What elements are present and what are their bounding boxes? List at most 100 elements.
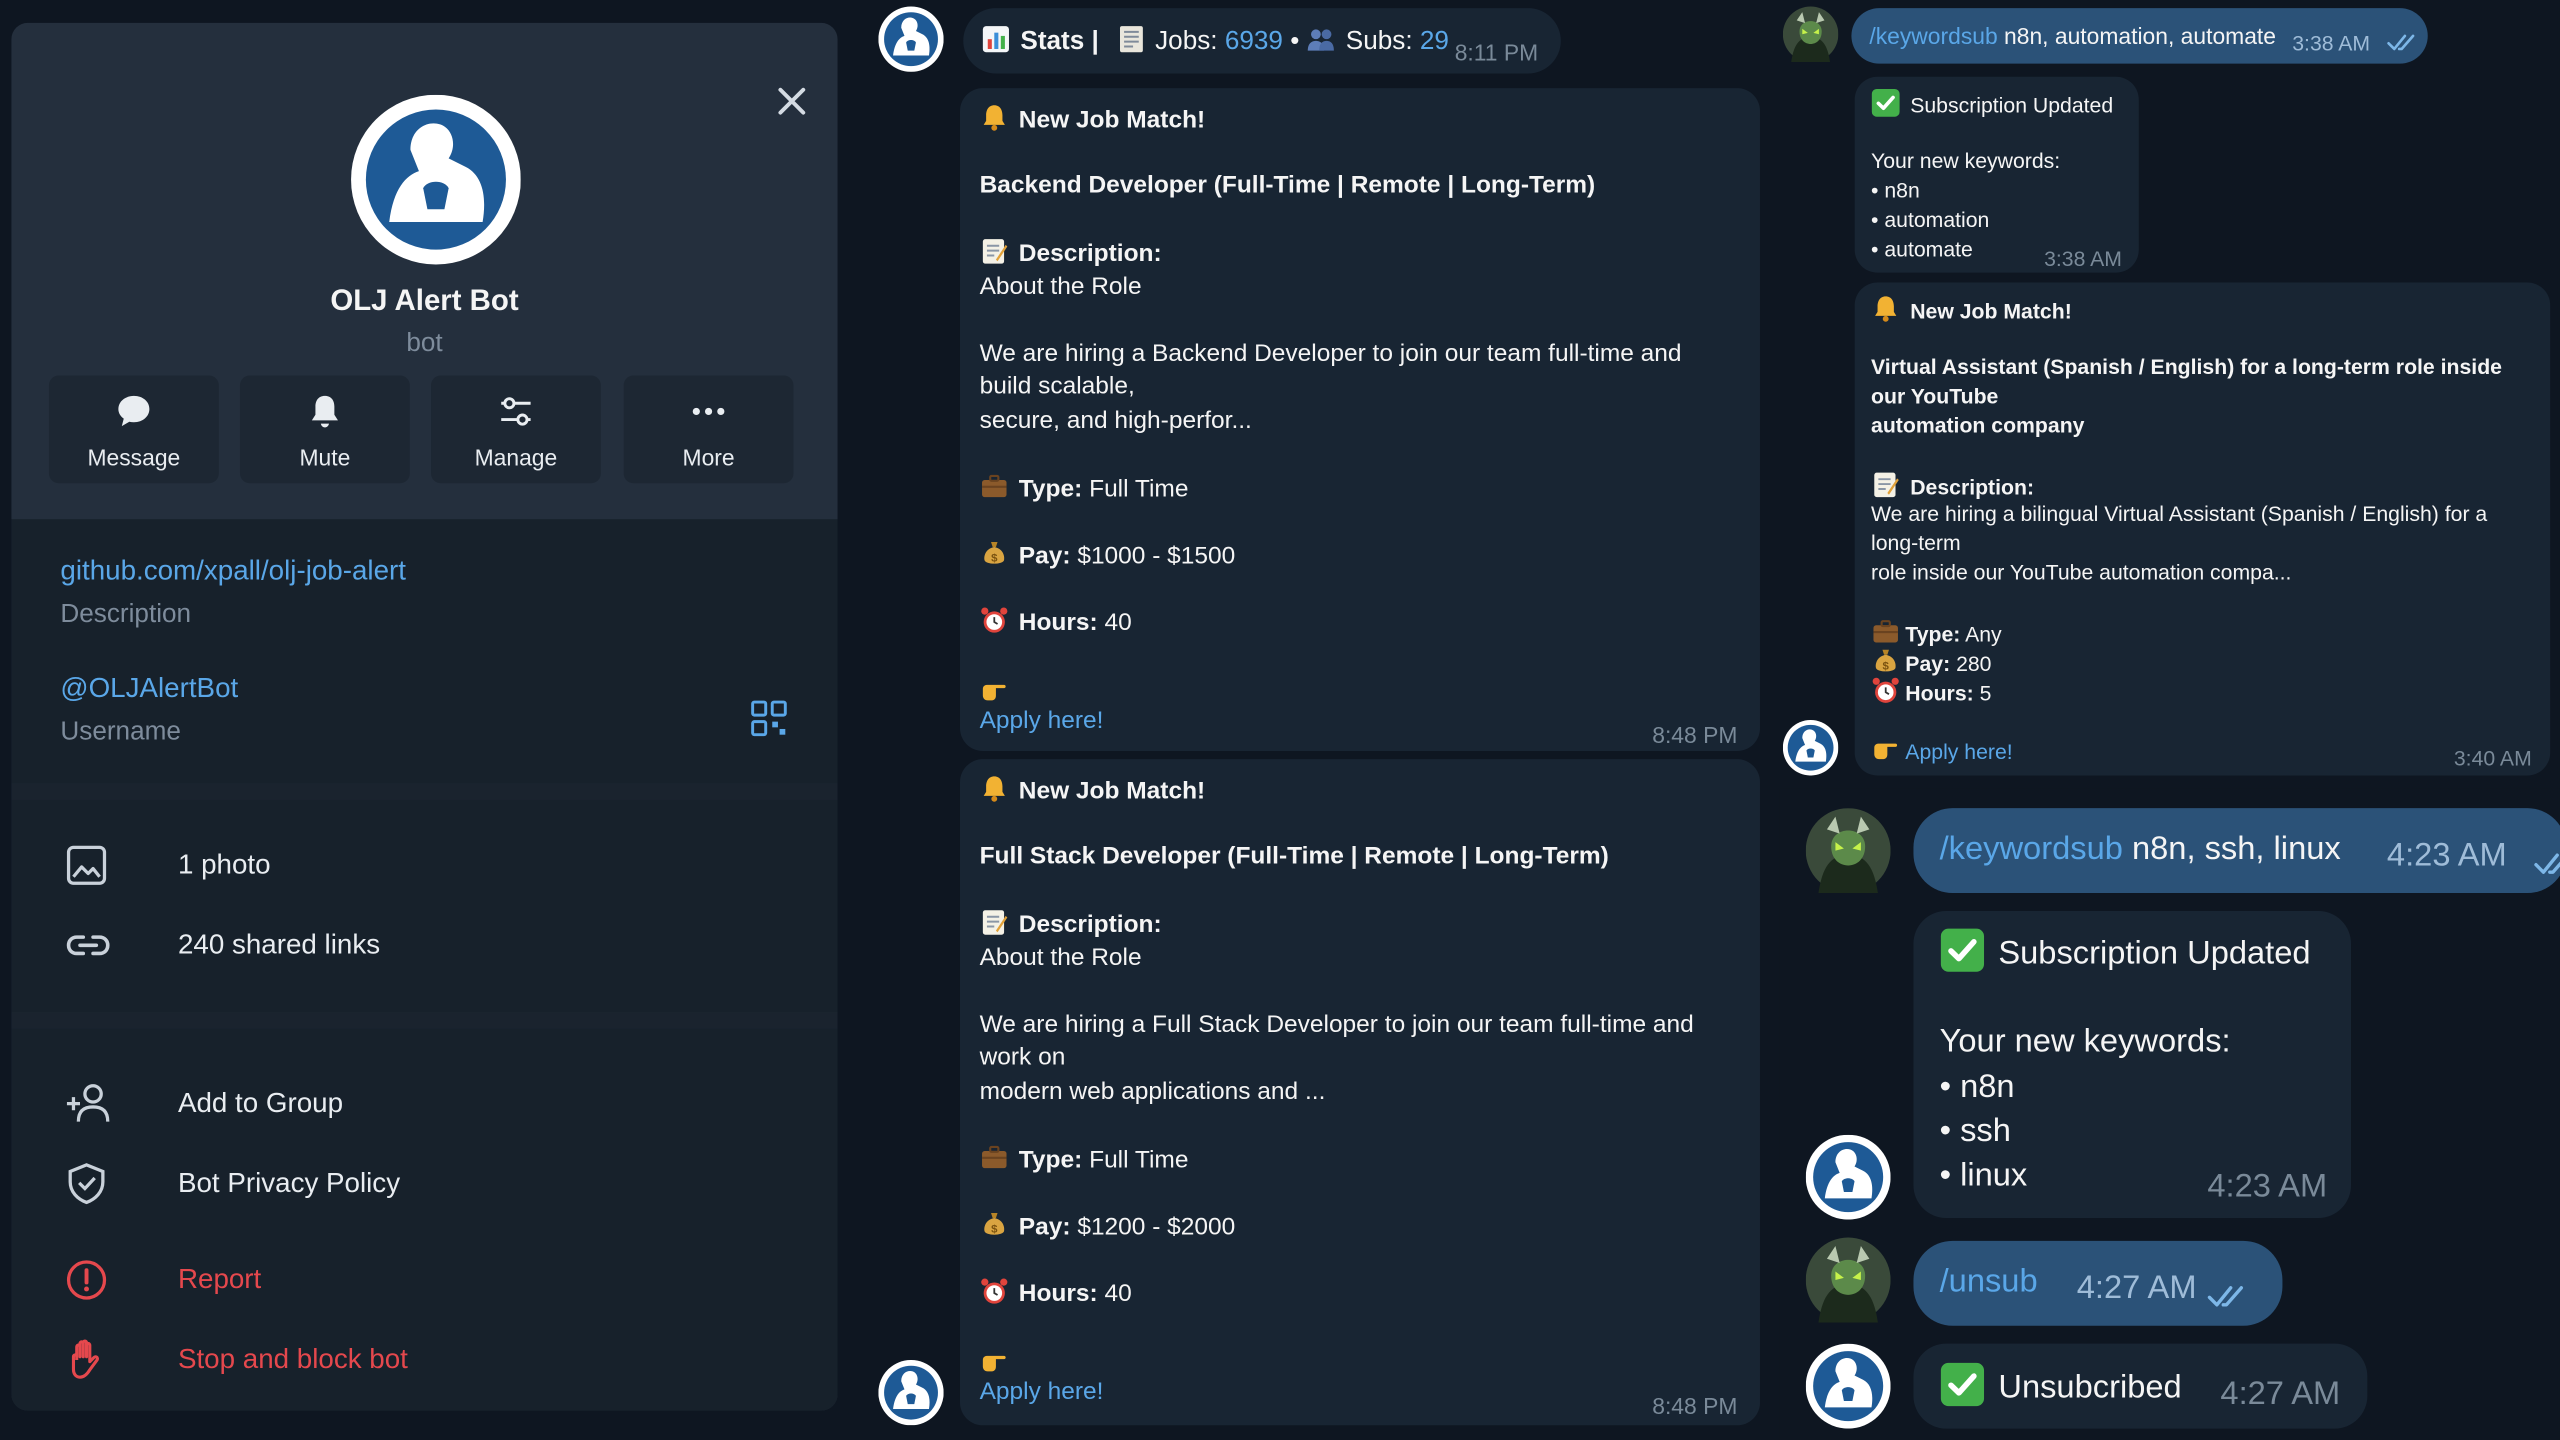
pointing-hand-icon: [980, 676, 1009, 705]
report-row[interactable]: Report: [11, 1244, 837, 1316]
profile-subtitle: bot: [406, 329, 443, 358]
type-value: Full Time: [1089, 475, 1189, 503]
bell-emoji-icon: [1871, 294, 1900, 323]
report-label: Report: [177, 1263, 262, 1295]
command-link[interactable]: /keywordsub: [1940, 831, 2123, 867]
pay-value: $1200 - $2000: [1077, 1213, 1236, 1241]
pay-value: $1000 - $1500: [1077, 542, 1236, 570]
hours-value: 40: [1104, 1279, 1132, 1308]
subscription-title: Subscription Updated: [1910, 93, 2114, 118]
memo-icon: [980, 237, 1009, 266]
user-avatar[interactable]: [1783, 7, 1839, 63]
people-icon: [1307, 24, 1336, 53]
stop-block-row[interactable]: Stop and block bot: [11, 1324, 837, 1396]
message-time: 3:38 AM: [2292, 31, 2371, 56]
description-line: secure, and high-perfor...: [979, 406, 1252, 435]
check-mark-icon: [1871, 88, 1900, 117]
description-line: role inside our YouTube automation compa…: [1871, 559, 2292, 585]
more-dots-icon: [692, 407, 725, 416]
bell-emoji-icon: [980, 103, 1009, 132]
more-button[interactable]: More: [623, 375, 794, 484]
description-line: work on: [979, 1043, 1066, 1072]
subscription-updated-bubble: Subscription Updated Your new keywords: …: [1913, 911, 2352, 1218]
user-avatar[interactable]: [1806, 1238, 1891, 1323]
description-line: We are hiring a Full Stack Developer to …: [979, 1010, 1694, 1039]
close-icon[interactable]: [759, 69, 824, 134]
alarm-clock-icon: [980, 1277, 1009, 1306]
github-link[interactable]: github.com/xpall/olj-job-alert: [60, 555, 406, 588]
alarm-clock-icon: [1871, 676, 1900, 705]
hours-value: 40: [1104, 608, 1132, 637]
briefcase-icon: [980, 472, 1009, 501]
add-user-icon: [66, 1084, 110, 1122]
type-value: Any: [1965, 622, 2002, 647]
section-divider: [11, 1012, 838, 1029]
message-time: 3:40 AM: [2453, 746, 2532, 771]
keyword-item: • automation: [1871, 207, 1990, 232]
mute-button[interactable]: Mute: [239, 375, 410, 484]
profile-panel: OLJ Alert Bot bot Message Mute Manage Mo…: [11, 22, 838, 1411]
hours-label: Hours:: [1018, 608, 1098, 637]
keyword-item: • n8n: [1871, 177, 1920, 203]
stats-bubble: Stats | Jobs: 6939 • Subs: 29 8:11 PM: [963, 8, 1561, 74]
message-button[interactable]: Message: [48, 375, 219, 484]
username-link[interactable]: @OLJAlertBot: [60, 673, 238, 706]
bot-avatar[interactable]: [1806, 1135, 1891, 1220]
bot-avatar[interactable]: [878, 1360, 943, 1425]
message-time: 8:11 PM: [1454, 39, 1539, 66]
add-to-group-row[interactable]: Add to Group: [11, 1068, 837, 1140]
job-header: New Job Match!: [1018, 777, 1206, 805]
money-bag-icon: [980, 1210, 1009, 1239]
link-icon: [66, 935, 110, 956]
apply-link[interactable]: Apply here!: [980, 705, 1104, 738]
manage-button[interactable]: Manage: [431, 375, 601, 484]
apply-link[interactable]: Apply here!: [980, 1376, 1104, 1409]
bot-avatar[interactable]: [351, 95, 521, 265]
description-label: Description:: [1910, 475, 2035, 500]
shared-links-row[interactable]: 240 shared links: [11, 909, 837, 981]
section-divider: [11, 783, 838, 800]
profile-name: OLJ Alert Bot: [330, 284, 519, 317]
keyword-item: • n8n: [1939, 1069, 2015, 1106]
photo-icon: [66, 845, 107, 885]
keywords-label: Your new keywords:: [1871, 148, 2061, 174]
jobs-count: 6939: [1224, 27, 1283, 56]
shield-icon: [68, 1163, 105, 1205]
message-time: 8:48 PM: [1652, 1392, 1738, 1419]
message-label: Message: [87, 444, 181, 471]
description-line: We are hiring a bilingual Virtual Assist…: [1871, 501, 2488, 526]
description-line: build scalable,: [979, 372, 1135, 400]
subscription-title: Subscription Updated: [1998, 935, 2311, 972]
bot-avatar[interactable]: [1783, 720, 1839, 776]
chart-icon: [981, 24, 1010, 53]
photos-label: 1 photo: [177, 848, 271, 880]
bot-avatar[interactable]: [1806, 1344, 1891, 1429]
manage-label: Manage: [474, 444, 558, 471]
command-link[interactable]: /keywordsub: [1869, 23, 1997, 49]
bot-avatar[interactable]: [878, 7, 943, 72]
command-link[interactable]: /unsub: [1940, 1260, 2038, 1304]
user-avatar[interactable]: [1806, 808, 1891, 893]
message-time: 4:23 AM: [2207, 1168, 2328, 1205]
memo-icon: [980, 908, 1009, 937]
money-bag-icon: [1871, 647, 1900, 676]
username-caption: Username: [60, 718, 181, 747]
media-section: 1 photo 240 shared links: [11, 799, 838, 1013]
privacy-policy-label: Bot Privacy Policy: [177, 1167, 401, 1199]
mute-label: Mute: [299, 444, 351, 471]
actions-section: Add to Group Bot Privacy Policy Report S…: [11, 1028, 838, 1411]
hours-label: Hours:: [1905, 680, 1974, 706]
qr-code-icon[interactable]: [749, 699, 788, 738]
command-args: n8n, automation, automate: [1997, 22, 2276, 49]
privacy-policy-row[interactable]: Bot Privacy Policy: [11, 1148, 837, 1220]
bell-emoji-icon: [980, 774, 1009, 803]
job-title-line: our YouTube: [1871, 383, 1999, 409]
read-check-icon: [2534, 851, 2560, 877]
photos-row[interactable]: 1 photo: [11, 829, 837, 901]
description-line: modern web applications and ...: [979, 1077, 1326, 1106]
apply-link[interactable]: Apply here!: [1905, 740, 2012, 764]
message-time: 3:38 AM: [2044, 246, 2122, 272]
money-bag-icon: [980, 539, 1009, 568]
job-title-line: automation company: [1871, 413, 2085, 438]
description-label: Description:: [1018, 911, 1162, 939]
